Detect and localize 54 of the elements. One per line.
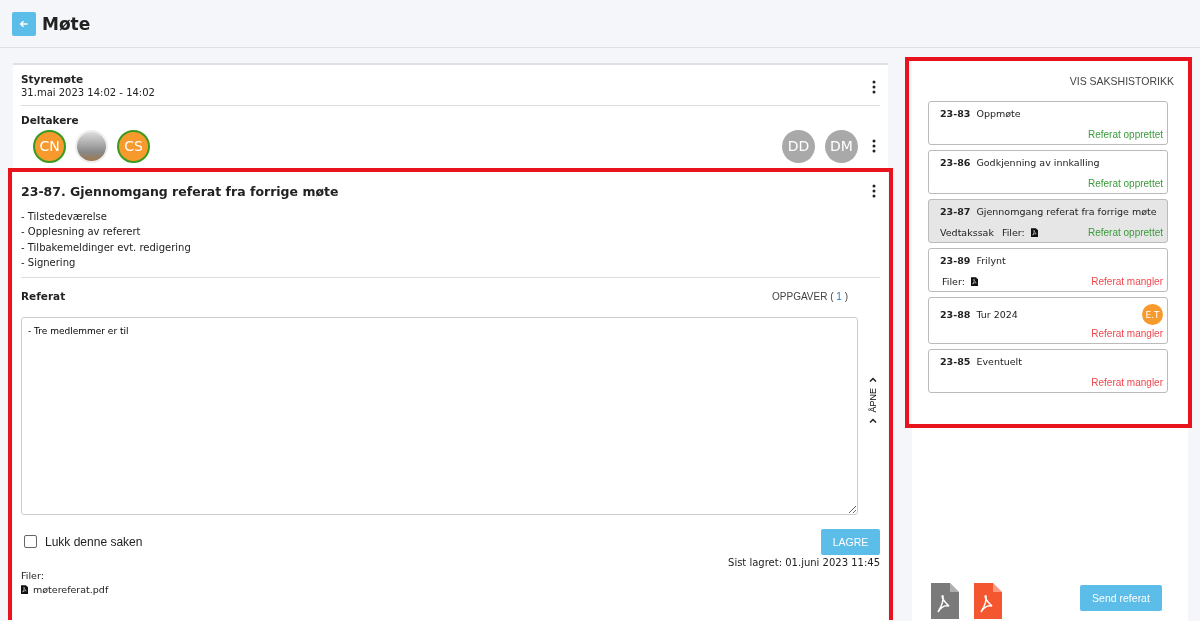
minutes-status: Referat opprettet [1087, 129, 1163, 140]
assignee-avatar: E.T [1142, 304, 1163, 325]
open-panel-tab[interactable]: ÅPNE [868, 316, 878, 423]
case-title: 23-87. Gjennomgang referat fra forrige møte [21, 183, 339, 199]
pdf-file-icon [1030, 228, 1038, 237]
pdf-file-icon [21, 585, 28, 594]
participants-label: Deltakere [21, 113, 80, 126]
chevron-up-icon [869, 418, 877, 423]
case-item-title: 23-87 Gjennomgang referat fra forrige møte [940, 206, 1157, 217]
guest-avatar: DD [782, 129, 815, 163]
minutes-status: Referat opprettet [1087, 178, 1163, 189]
case-item[interactable]: 23-87 Gjennomgang referat fra forrige møte Vedtakssak Filer: Referat opprettet [928, 199, 1168, 243]
minutes-status: Referat mangler [1091, 276, 1163, 287]
last-saved-text: Sist lagret: 01.juni 2023 11:45 [727, 555, 880, 570]
checkbox[interactable] [24, 535, 37, 548]
case-item-title: 23-86 Godkjenning av innkalling [940, 157, 1100, 168]
case-history-link[interactable]: VIS SAKSHISTORIKK [1069, 75, 1174, 87]
close-case-checkbox[interactable]: Lukk denne saken [21, 534, 143, 549]
case-item[interactable]: 23-88 Tur 2024 E.T Referat mangler [928, 297, 1168, 344]
case-item[interactable]: 23-83 Oppmøte Referat opprettet [928, 101, 1168, 145]
files-label: Filer: [942, 276, 965, 287]
chevron-up-icon [869, 376, 877, 382]
case-item[interactable]: 23-85 Eventuelt Referat mangler [928, 349, 1168, 393]
meeting-time: 31.mai 2023 14:02 - 14:02 [21, 86, 155, 100]
agenda-item: - Signering [21, 256, 77, 270]
case-item-title: 23-83 Oppmøte [940, 108, 1021, 119]
files-label: Filer: [1001, 227, 1025, 238]
case-item[interactable]: 23-89 Frilynt Filer: Referat mangler [928, 248, 1168, 292]
pdf-export-icon[interactable] [931, 583, 959, 619]
pdf-file-icon [970, 277, 978, 286]
guest-avatar: DM [825, 129, 858, 163]
agenda-item: - Tilbakemeldinger evt. redigering [21, 240, 192, 255]
arrow-left-icon [19, 18, 29, 29]
case-item[interactable]: 23-86 Godkjenning av innkalling Referat opprettet [928, 150, 1168, 194]
case-item-title: 23-89 Frilynt [940, 255, 1006, 266]
agenda-item: - Tilstedeværelse [21, 209, 108, 224]
case-item-title: 23-85 Eventuelt [940, 356, 1022, 367]
meeting-title: Styremøte [21, 73, 85, 85]
pdf-export-icon[interactable] [974, 583, 1002, 619]
case-type-label: Vedtakssak [940, 227, 994, 238]
participant-avatar: CS [117, 129, 150, 163]
minutes-label: Referat [21, 290, 66, 302]
case-item-title: 23-88 Tur 2024 [940, 309, 1018, 320]
files-label: Filer: [21, 570, 45, 581]
tasks-link[interactable]: OPPGAVER ( 1 ) [766, 289, 854, 303]
participant-avatar: CN [33, 129, 66, 163]
page-title: Møte [42, 13, 91, 34]
minutes-field[interactable]: - Tre medlemmer er til [21, 316, 858, 515]
minutes-status: Referat opprettet [1087, 227, 1163, 238]
file-link[interactable]: møtereferat.pdf [33, 584, 109, 595]
close-case-label: Lukk denne saken [45, 534, 143, 549]
agenda-item: - Opplesning av referert [21, 225, 142, 239]
minutes-status: Referat mangler [1091, 328, 1163, 339]
minutes-status: Referat mangler [1091, 377, 1163, 388]
